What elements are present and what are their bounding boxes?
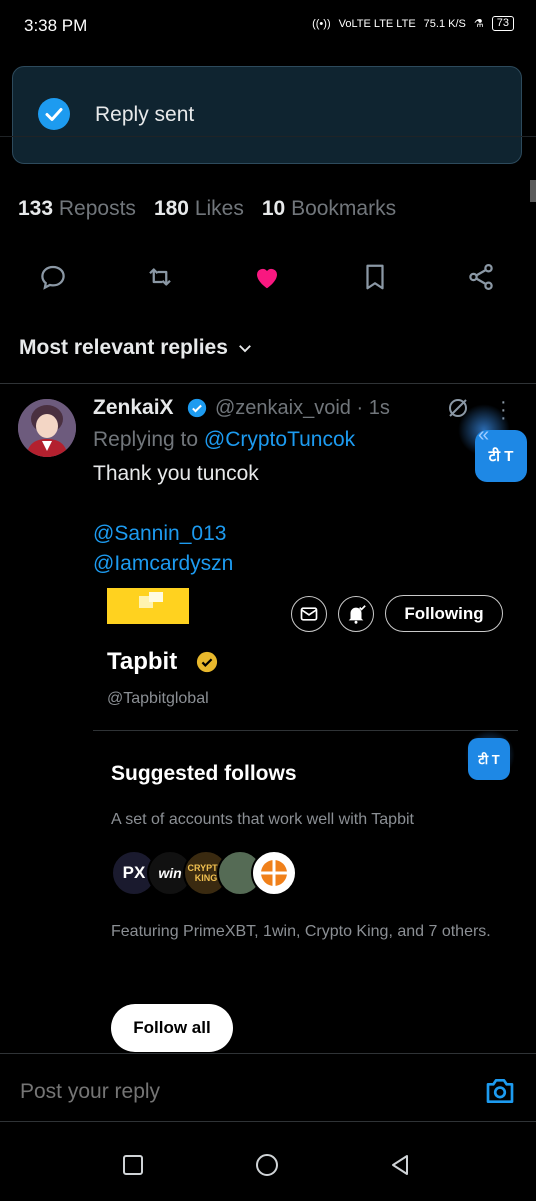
reply-author-name[interactable]: ZenkaiX: [93, 396, 174, 420]
follow-all-button[interactable]: Follow all: [111, 1004, 233, 1052]
suggested-title: Suggested follows: [111, 762, 297, 785]
tapbit-logo: [107, 588, 189, 624]
alarm-icon: ⚗: [473, 18, 484, 30]
post-stats: 133 Reposts 180 Likes 10 Bookmarks: [18, 197, 396, 221]
suggested-featuring-text: Featuring PrimeXBT, 1win, Crypto King, a…: [111, 923, 491, 940]
back-icon[interactable]: [388, 1153, 412, 1182]
battery-indicator: 73: [491, 16, 514, 31]
orange-logo-avatar: [251, 850, 297, 896]
avatar[interactable]: [18, 399, 76, 457]
ad-account-handle: @Tapbitglobal: [107, 690, 209, 707]
reply-author-handle: @zenkaix_void · 1s: [215, 397, 390, 419]
bookmark-icon[interactable]: [354, 256, 396, 298]
repost-icon[interactable]: [139, 256, 181, 298]
home-icon[interactable]: [255, 1153, 279, 1182]
network-speed: 75.1 K/S: [423, 17, 466, 30]
reply-text: Thank you tuncok: [93, 462, 259, 485]
scrollbar-thumb[interactable]: [530, 180, 536, 202]
mention-link[interactable]: @Sannin_013: [93, 522, 226, 546]
hotspot-icon: ((•)): [312, 17, 331, 30]
status-bar: 3:38 PM ((•)) VoLTE LTE LTE 75.1 K/S ⚗ 7…: [0, 0, 536, 56]
toast-message: Reply sent: [95, 103, 195, 126]
mention-link[interactable]: @Iamcardyszn: [93, 552, 233, 576]
recents-icon[interactable]: [122, 1154, 144, 1181]
message-button[interactable]: [291, 596, 327, 632]
collapse-arrow-icon[interactable]: «: [478, 424, 489, 447]
likes-stat[interactable]: 180 Likes: [154, 197, 244, 221]
verified-gold-badge-icon: [196, 651, 218, 673]
like-icon[interactable]: [246, 256, 288, 298]
chevron-down-icon: [239, 345, 251, 353]
bookmarks-stat[interactable]: 10 Bookmarks: [262, 197, 396, 221]
suggested-avatars[interactable]: PX win CRYPTO KING: [111, 850, 297, 896]
bell-check-icon: [348, 605, 366, 624]
reply-icon[interactable]: [32, 256, 74, 298]
mail-icon: [300, 607, 318, 621]
post-action-bar: [0, 256, 536, 298]
status-time: 3:38 PM: [24, 16, 88, 35]
suggested-description: A set of accounts that work well with Ta…: [111, 811, 414, 828]
following-button[interactable]: Following: [385, 595, 503, 632]
ad-account-name[interactable]: Tapbit: [107, 648, 177, 676]
system-nav-bar: [0, 1121, 536, 1201]
check-circle-icon: [38, 98, 70, 130]
divider: [0, 136, 536, 137]
reply-input[interactable]: [18, 1079, 442, 1105]
replies-sort-dropdown[interactable]: Most relevant replies: [19, 336, 254, 360]
reply-sent-toast: Reply sent: [12, 66, 522, 164]
camera-icon[interactable]: [484, 1076, 516, 1111]
network-label: VoLTE LTE LTE: [338, 17, 416, 30]
sort-label: Most relevant replies: [19, 336, 228, 359]
divider: [0, 383, 536, 384]
share-icon[interactable]: [460, 256, 502, 298]
translate-bubble-icon[interactable]: टी T: [468, 738, 510, 780]
replying-to: Replying to @CryptoTuncok: [93, 428, 356, 451]
verified-badge-icon: [187, 398, 207, 418]
status-icons: ((•)) VoLTE LTE LTE 75.1 K/S ⚗ 73: [312, 16, 514, 31]
replying-to-link[interactable]: @CryptoTuncok: [204, 428, 355, 451]
reposts-stat[interactable]: 133 Reposts: [18, 197, 136, 221]
notifications-button[interactable]: [338, 596, 374, 632]
